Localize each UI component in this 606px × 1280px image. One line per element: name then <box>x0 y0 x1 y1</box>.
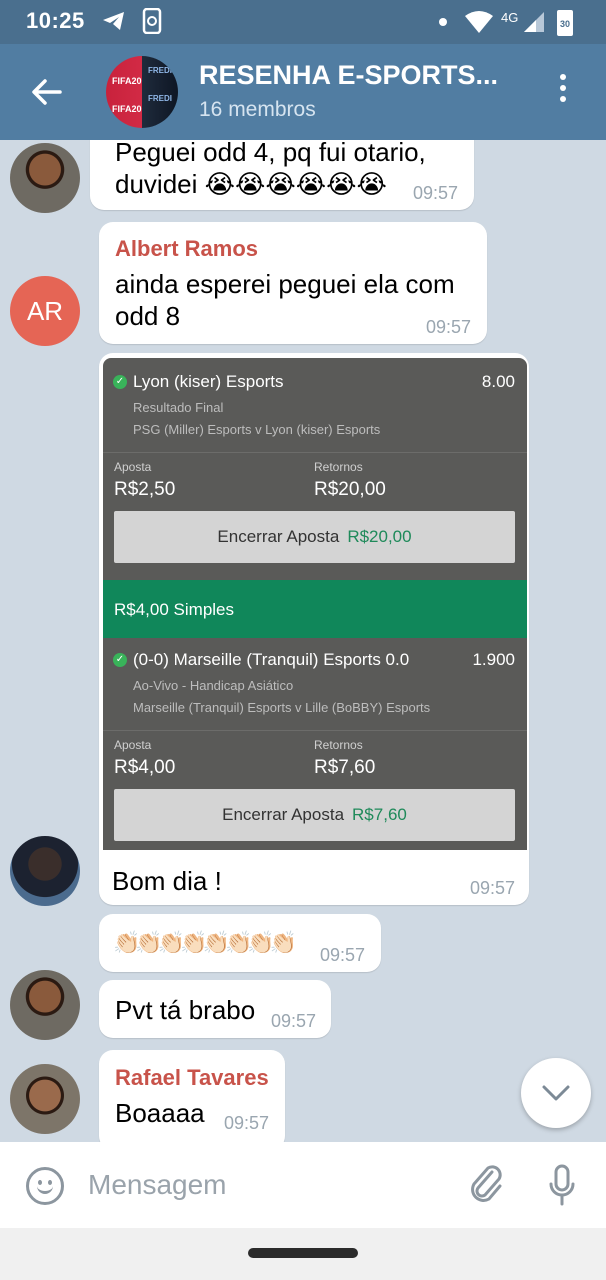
divider <box>103 730 527 731</box>
group-member-count: 16 membros <box>199 98 316 121</box>
message-bubble[interactable]: Albert Ramos ainda esperei peguei ela co… <box>99 222 487 344</box>
bet-odd: 8.00 <box>481 372 515 391</box>
message-bubble[interactable]: Peguei odd 4, pq fui otario, duvidei 😭😭😭… <box>90 140 474 210</box>
message-bubble[interactable]: Pvt tá brabo 09:57 <box>99 980 331 1038</box>
bet-match: PSG (Miller) Esports v Lyon (kiser) Espo… <box>133 422 381 437</box>
message-text: Peguei odd 4, pq fui otario, <box>115 140 426 167</box>
chevron-down-icon <box>542 1085 570 1101</box>
message-time: 09:57 <box>271 1011 317 1031</box>
chat-header: FIFA20 FIFA20 FREDI FREDI RESENHA E-SPOR… <box>0 44 606 140</box>
signal-icon <box>524 12 544 32</box>
bet-selection: Lyon (kiser) Esports <box>133 372 284 391</box>
bet-type-header: R$4,00 Simples <box>103 580 527 638</box>
microphone-icon[interactable] <box>548 1164 576 1208</box>
message-text: ainda esperei peguei ela com <box>115 269 455 299</box>
message-bubble[interactable]: Rafael Tavares Boaaaa 09:57 <box>99 1050 285 1142</box>
bet-match: Marseille (Tranquil) Esports v Lille (Bo… <box>133 700 431 715</box>
bet-market: Resultado Final <box>133 400 224 415</box>
cashout-button[interactable]: Encerrar Aposta R$20,00 <box>114 511 515 563</box>
message-time: 09:57 <box>320 945 366 965</box>
group-avatar[interactable]: FIFA20 FIFA20 FREDI FREDI <box>106 56 178 128</box>
check-icon: ✓ <box>113 653 127 667</box>
stake-label: Aposta <box>114 460 152 474</box>
telegram-icon <box>103 12 124 30</box>
wifi-icon <box>465 11 493 33</box>
cashout-button[interactable]: Encerrar Aposta R$7,60 <box>114 789 515 841</box>
stake-value: R$2,50 <box>114 479 176 500</box>
emoji-icon[interactable] <box>26 1167 64 1205</box>
return-label: Retornos <box>314 460 363 474</box>
attach-icon[interactable] <box>468 1164 504 1204</box>
avatar[interactable] <box>10 970 80 1040</box>
stake-value: R$4,00 <box>114 757 176 778</box>
message-text: Pvt tá brabo <box>115 995 256 1025</box>
message-time: 09:57 <box>426 317 472 337</box>
message-input[interactable]: Mensagem <box>88 1169 227 1201</box>
return-value: R$7,60 <box>314 757 376 778</box>
message-time: 09:57 <box>224 1113 270 1133</box>
avatar[interactable]: AR <box>10 276 80 346</box>
back-arrow-icon[interactable] <box>30 76 62 108</box>
sender-name[interactable]: Albert Ramos <box>115 236 258 262</box>
message-time: 09:57 <box>470 878 516 898</box>
message-emoji-text: 👏🏻👏🏻👏🏻👏🏻👏🏻👏🏻👏🏻👏🏻 <box>113 930 297 955</box>
bet-selection: (0-0) Marseille (Tranquil) Esports 0.0 <box>133 650 410 669</box>
group-title[interactable]: RESENHA E-SPORTS... <box>199 60 498 91</box>
return-value: R$20,00 <box>314 479 386 500</box>
sender-name[interactable]: Rafael Tavares <box>115 1065 269 1091</box>
chat-area[interactable]: Peguei odd 4, pq fui otario, duvidei 😭😭😭… <box>0 140 606 1142</box>
bet-market: Ao-Vivo - Handicap Asiático <box>133 678 294 693</box>
bet-slip-image[interactable]: ✓ Lyon (kiser) Esports 8.00 Resultado Fi… <box>103 358 527 850</box>
phone-sync-icon <box>142 8 162 34</box>
message-bubble[interactable]: 👏🏻👏🏻👏🏻👏🏻👏🏻👏🏻👏🏻👏🏻 09:57 <box>99 914 381 972</box>
scroll-down-button[interactable] <box>521 1058 591 1128</box>
more-options-icon[interactable] <box>558 74 568 107</box>
bet-odd: 1.900 <box>472 650 515 669</box>
message-text: duvidei 😭😭😭😭😭😭 <box>115 169 387 199</box>
avatar[interactable] <box>10 143 80 213</box>
message-composer: Mensagem <box>0 1142 606 1228</box>
network-type: 4G <box>501 10 519 25</box>
battery-icon: 30 <box>557 10 573 36</box>
stake-label: Aposta <box>114 738 152 752</box>
status-time: 10:25 <box>26 8 85 33</box>
cashout-value: R$7,60 <box>352 805 407 824</box>
message-text: odd 8 <box>115 301 181 331</box>
avatar[interactable] <box>10 836 80 906</box>
check-icon: ✓ <box>113 375 127 389</box>
cashout-value: R$20,00 <box>347 527 412 546</box>
divider <box>103 452 527 453</box>
message-time: 09:57 <box>413 183 459 203</box>
status-bar: 10:25 4G 30 <box>0 0 606 44</box>
photo-caption: Bom dia ! <box>112 866 222 896</box>
avatar[interactable] <box>10 1064 80 1134</box>
system-navigation-bar <box>0 1228 606 1280</box>
return-label: Retornos <box>314 738 363 752</box>
home-gesture-pill[interactable] <box>248 1248 358 1258</box>
message-text: Boaaaa <box>115 1098 205 1128</box>
dot-icon <box>439 18 447 26</box>
